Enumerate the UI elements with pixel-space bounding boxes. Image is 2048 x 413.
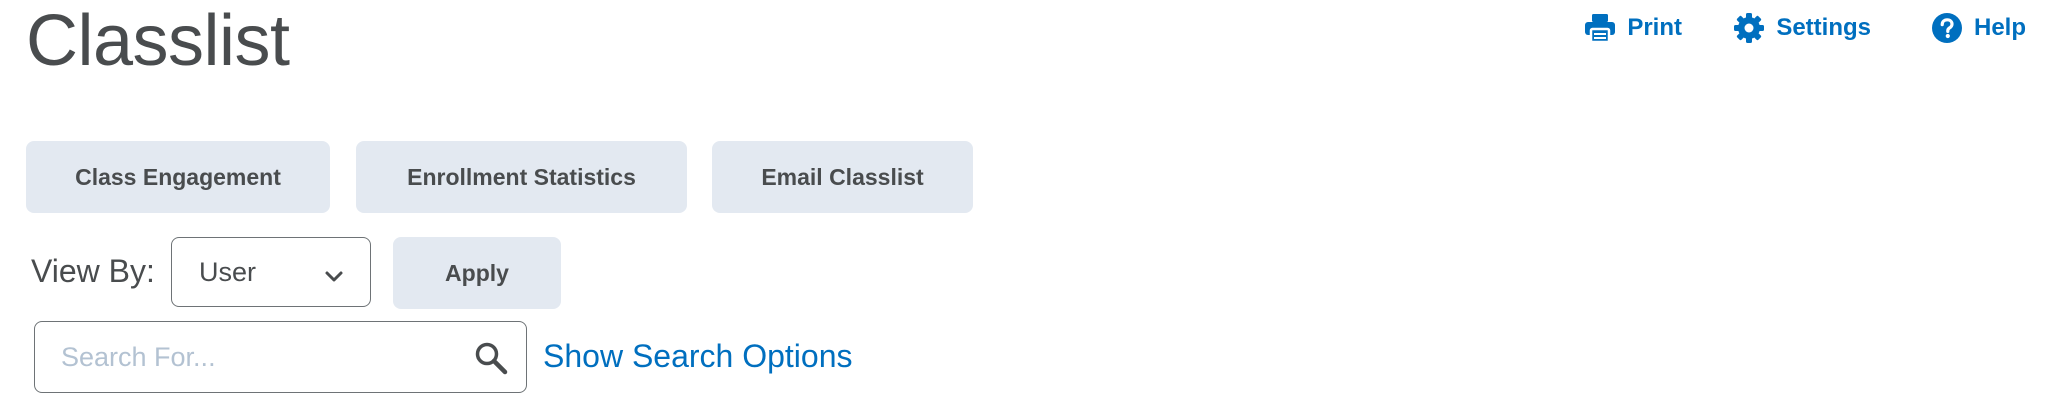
gear-icon <box>1732 11 1766 45</box>
settings-label: Settings <box>1776 14 1871 41</box>
enrollment-statistics-button[interactable]: Enrollment Statistics <box>356 141 687 213</box>
print-link[interactable]: Print <box>1583 8 1682 48</box>
page-title: Classlist <box>26 1 290 81</box>
printer-icon <box>1583 11 1617 45</box>
apply-button[interactable]: Apply <box>393 237 561 309</box>
help-circle-icon <box>1930 11 1964 45</box>
search-input[interactable] <box>61 336 461 378</box>
help-link[interactable]: Help <box>1930 8 2026 48</box>
print-label: Print <box>1627 14 1682 41</box>
view-by-label: View By: <box>31 253 155 289</box>
view-by-selected-value: User <box>199 256 257 287</box>
view-by-select[interactable]: User <box>171 237 371 307</box>
class-engagement-button[interactable]: Class Engagement <box>26 141 330 213</box>
search-icon[interactable] <box>474 341 508 380</box>
help-label: Help <box>1973 14 2026 41</box>
show-search-options-link[interactable]: Show Search Options <box>543 337 853 375</box>
email-classlist-button[interactable]: Email Classlist <box>712 141 973 213</box>
search-field <box>34 321 527 393</box>
settings-link[interactable]: Settings <box>1732 8 1871 48</box>
chevron-down-icon <box>324 262 344 293</box>
